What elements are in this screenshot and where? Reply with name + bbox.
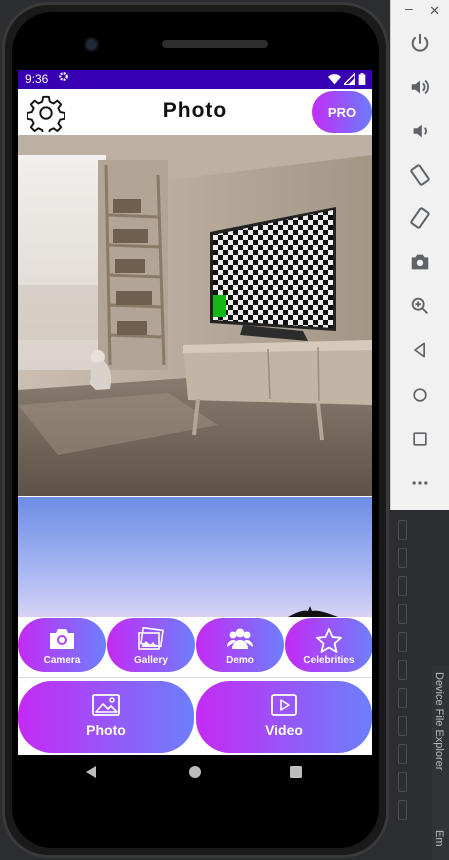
more-icon[interactable]: [405, 468, 435, 498]
battery-icon: [358, 73, 366, 85]
demo-button[interactable]: Demo: [196, 618, 284, 672]
camera-icon: [50, 629, 74, 649]
preview-photo: [18, 135, 372, 496]
emulator-window-controls: – ✕: [399, 0, 442, 20]
bottom-nav: Photo Video: [18, 680, 372, 755]
device-file-explorer-tab[interactable]: Device File Explorer: [433, 672, 445, 770]
camera-label: Camera: [43, 655, 81, 666]
pro-button[interactable]: PRO: [312, 91, 372, 133]
image-icon: [92, 694, 120, 716]
earpiece: [162, 40, 268, 48]
video-tab-label: Video: [265, 722, 303, 738]
video-tab[interactable]: Video: [196, 681, 372, 753]
ide-gutter-mark: [398, 604, 407, 624]
status-icons: [328, 73, 366, 85]
app-screen: 9:36 Photo PRO Camera Gallery Demo Celeb…: [18, 70, 372, 755]
home-icon[interactable]: [188, 765, 202, 784]
feature-row: Camera Gallery Demo Celebrities: [18, 617, 372, 677]
photo-tab-label: Photo: [86, 722, 126, 738]
gallery-button[interactable]: Gallery: [107, 618, 195, 672]
ide-gutter-mark: [398, 548, 407, 568]
front-camera: [86, 39, 97, 50]
celebrities-button[interactable]: Celebrities: [285, 618, 372, 672]
signal-icon: [344, 73, 355, 85]
app-bar: Photo PRO: [18, 89, 372, 136]
back-icon[interactable]: [405, 335, 435, 365]
status-time: 9:36: [25, 72, 49, 86]
emulator-control-panel: – ✕: [390, 0, 449, 510]
volume-down-icon[interactable]: [405, 116, 435, 146]
photo-tab[interactable]: Photo: [18, 681, 194, 753]
zoom-icon[interactable]: [405, 291, 435, 321]
overview-icon[interactable]: [289, 765, 303, 784]
gallery-icon: [138, 627, 164, 650]
status-bar: 9:36: [18, 70, 372, 89]
ide-gutter-mark: [398, 800, 407, 820]
emulator-tab[interactable]: Em: [433, 830, 445, 847]
ide-gutter-mark: [398, 576, 407, 596]
camera-button[interactable]: Camera: [18, 618, 106, 672]
gallery-label: Gallery: [134, 655, 168, 666]
preview-photo-secondary: [18, 497, 372, 617]
ide-gutter-mark: [398, 688, 407, 708]
play-icon: [271, 694, 297, 716]
ide-gutter-mark: [398, 632, 407, 652]
back-icon[interactable]: [84, 765, 98, 784]
settings-notification-icon: [58, 71, 69, 85]
ide-gutter-mark: [398, 520, 407, 540]
group-icon: [227, 628, 253, 649]
minimize-icon[interactable]: –: [405, 0, 413, 16]
rotate-left-icon[interactable]: [405, 160, 435, 190]
volume-up-icon[interactable]: [405, 72, 435, 102]
close-icon[interactable]: ✕: [429, 3, 440, 19]
ide-gutter-mark: [398, 660, 407, 680]
star-icon: [316, 628, 342, 653]
ide-gutter-mark: [398, 744, 407, 764]
demo-label: Demo: [226, 655, 254, 666]
screenshot-icon[interactable]: [405, 247, 435, 277]
ide-gutter-mark: [398, 716, 407, 736]
ide-gutter-mark: [398, 772, 407, 792]
celebrities-label: Celebrities: [303, 655, 355, 666]
wifi-icon: [328, 74, 341, 85]
system-navigation-bar: [18, 755, 372, 795]
divider: [18, 677, 372, 678]
overview-icon[interactable]: [405, 424, 435, 454]
rotate-right-icon[interactable]: [405, 203, 435, 233]
home-icon[interactable]: [405, 380, 435, 410]
power-icon[interactable]: [405, 28, 435, 58]
